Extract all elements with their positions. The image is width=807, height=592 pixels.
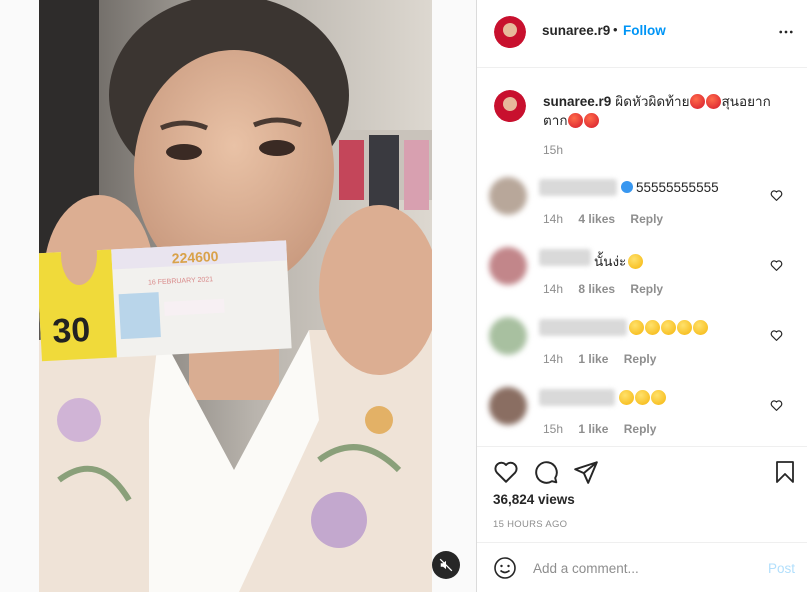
reply-button[interactable]: Reply — [630, 212, 663, 226]
post-comment-button[interactable]: Post — [768, 561, 795, 576]
bookmark-icon[interactable] — [773, 459, 797, 485]
comment-like-icon[interactable] — [770, 189, 783, 202]
commenter-avatar[interactable] — [489, 387, 527, 425]
video-frame: 30 224600 16 FEBRUARY 2021 — [39, 0, 432, 592]
rofl-emoji-icon — [677, 320, 692, 335]
commenter-avatar[interactable] — [489, 177, 527, 215]
ticket-number: 224600 — [171, 248, 219, 266]
comment-like-icon[interactable] — [770, 259, 783, 272]
comment-like-icon[interactable] — [770, 329, 783, 342]
comment-text — [619, 390, 667, 405]
comment-likes[interactable]: 4 likes — [578, 212, 615, 226]
caption-username[interactable]: sunaree.r9 — [543, 94, 611, 109]
comment-likes[interactable]: 1 like — [578, 352, 608, 366]
comment-likes[interactable]: 8 likes — [578, 282, 615, 296]
angry-emoji-icon — [583, 113, 599, 128]
rofl-emoji-icon — [661, 320, 676, 335]
post-video[interactable]: 30 224600 16 FEBRUARY 2021 — [39, 0, 432, 592]
emoji-icon[interactable] — [493, 556, 517, 580]
comment-item: นั้นง่ะ 14h 8 likes Reply — [477, 247, 807, 317]
reply-button[interactable]: Reply — [624, 422, 657, 436]
commenter-name-blurred[interactable] — [539, 249, 591, 266]
separator-dot: • — [613, 22, 618, 37]
verified-badge-icon — [621, 181, 633, 193]
author-avatar[interactable] — [494, 16, 526, 48]
comment-meta: 14h 8 likes Reply — [543, 282, 675, 296]
comment-meta: 14h 4 likes Reply — [543, 212, 675, 226]
add-comment-bar: Post — [477, 542, 807, 592]
comment-time[interactable]: 14h — [543, 212, 563, 226]
comment-text: 55555555555 — [636, 180, 719, 195]
caption-text-3: ตาก — [543, 113, 568, 128]
comment-item: 14h 1 like Reply — [477, 317, 807, 387]
post-timestamp[interactable]: 15 HOURS AGO — [493, 519, 567, 530]
rofl-emoji-icon — [645, 320, 660, 335]
post-header: sunaree.r9 • Follow — [477, 0, 807, 68]
post-side-panel: sunaree.r9 • Follow sunaree.r9 ผิดหัวผิดท… — [476, 0, 807, 592]
post-actions: 36,824 views 15 HOURS AGO — [477, 446, 807, 542]
author-username[interactable]: sunaree.r9 — [542, 23, 610, 38]
caption-timestamp[interactable]: 15h — [543, 143, 563, 157]
share-icon[interactable] — [573, 459, 599, 485]
comment-meta: 15h 1 like Reply — [543, 422, 668, 436]
comment-text: นั้นง่ะ — [594, 250, 644, 272]
ticket-price: 30 — [51, 311, 91, 351]
commenter-avatar[interactable] — [489, 247, 527, 285]
commenter-name-blurred[interactable] — [539, 389, 615, 406]
comment-likes[interactable]: 1 like — [578, 422, 608, 436]
grinning-sweat-emoji-icon — [651, 390, 666, 405]
comment-like-icon[interactable] — [770, 399, 783, 412]
heart-icon[interactable] — [493, 459, 519, 485]
reply-button[interactable]: Reply — [624, 352, 657, 366]
caption-text: ผิดหัวผิดท้าย — [615, 94, 690, 109]
comment-time[interactable]: 14h — [543, 352, 563, 366]
rofl-emoji-icon — [629, 320, 644, 335]
grinning-sweat-emoji-icon — [628, 254, 644, 269]
caption-text-2: สุนอยาก — [721, 94, 771, 109]
commenter-name-blurred[interactable] — [539, 319, 627, 336]
angry-emoji-icon — [705, 94, 721, 109]
grinning-sweat-emoji-icon — [635, 390, 650, 405]
grinning-sweat-emoji-icon — [619, 390, 634, 405]
reply-button[interactable]: Reply — [630, 282, 663, 296]
comment-input[interactable] — [533, 557, 753, 579]
follow-button[interactable]: Follow — [623, 23, 666, 38]
commenter-avatar[interactable] — [489, 317, 527, 355]
comment-text — [629, 320, 709, 335]
comment-meta: 14h 1 like Reply — [543, 352, 668, 366]
comment-time[interactable]: 15h — [543, 422, 563, 436]
comment-icon[interactable] — [533, 459, 559, 485]
rofl-emoji-icon — [693, 320, 708, 335]
post-caption: sunaree.r9 ผิดหัวผิดท้าย สุนอยาก ตาก — [543, 92, 788, 130]
caption-avatar[interactable] — [494, 90, 526, 122]
view-count[interactable]: 36,824 views — [493, 492, 575, 507]
comment-item: 55555555555 14h 4 likes Reply — [477, 177, 807, 247]
angry-emoji-icon — [567, 113, 583, 128]
more-icon[interactable] — [777, 23, 795, 41]
mute-icon — [439, 558, 453, 572]
comment-time[interactable]: 14h — [543, 282, 563, 296]
mute-button[interactable] — [432, 551, 460, 579]
angry-emoji-icon — [689, 94, 705, 109]
commenter-name-blurred[interactable] — [539, 179, 617, 196]
